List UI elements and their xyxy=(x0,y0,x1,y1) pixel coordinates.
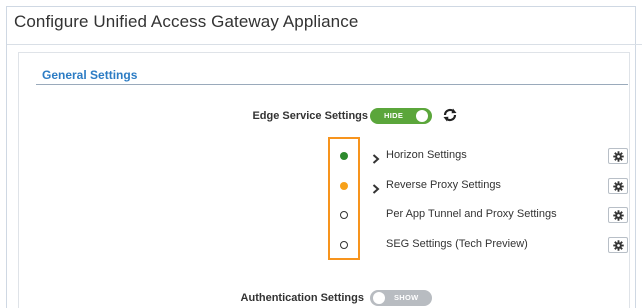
gear-icon xyxy=(613,210,624,221)
status-indicator-empty xyxy=(340,241,348,249)
gear-icon xyxy=(613,240,624,251)
service-label[interactable]: Reverse Proxy Settings xyxy=(386,179,501,191)
edge-service-toggle-text: HIDE xyxy=(384,111,404,120)
status-indicator-orange xyxy=(340,182,348,190)
section-divider xyxy=(36,84,628,85)
service-label[interactable]: Per App Tunnel and Proxy Settings xyxy=(386,208,557,220)
edge-service-settings-label: Edge Service Settings xyxy=(252,110,368,122)
authentication-toggle-text: SHOW xyxy=(394,293,419,302)
status-indicator-empty xyxy=(340,211,348,219)
toggle-knob xyxy=(373,292,385,304)
service-settings-button[interactable] xyxy=(608,237,628,253)
title-divider xyxy=(7,44,642,45)
service-settings-button[interactable] xyxy=(608,148,628,164)
service-label[interactable]: SEG Settings (Tech Preview) xyxy=(386,238,528,250)
status-indicator-green xyxy=(340,152,348,160)
edge-service-toggle[interactable]: HIDE xyxy=(370,108,432,124)
page-title: Configure Unified Access Gateway Applian… xyxy=(14,12,359,31)
gear-icon xyxy=(613,151,624,162)
authentication-toggle[interactable]: SHOW xyxy=(370,290,432,306)
refresh-icon[interactable] xyxy=(442,107,458,123)
settings-panel xyxy=(18,52,630,308)
service-settings-button[interactable] xyxy=(608,207,628,223)
service-label[interactable]: Horizon Settings xyxy=(386,149,467,161)
chevron-right-icon[interactable] xyxy=(371,181,381,194)
section-title-general-settings: General Settings xyxy=(42,68,138,82)
service-settings-button[interactable] xyxy=(608,178,628,194)
chevron-right-icon[interactable] xyxy=(371,151,381,164)
authentication-settings-label: Authentication Settings xyxy=(240,292,364,304)
toggle-knob xyxy=(416,110,428,122)
gear-icon xyxy=(613,181,624,192)
